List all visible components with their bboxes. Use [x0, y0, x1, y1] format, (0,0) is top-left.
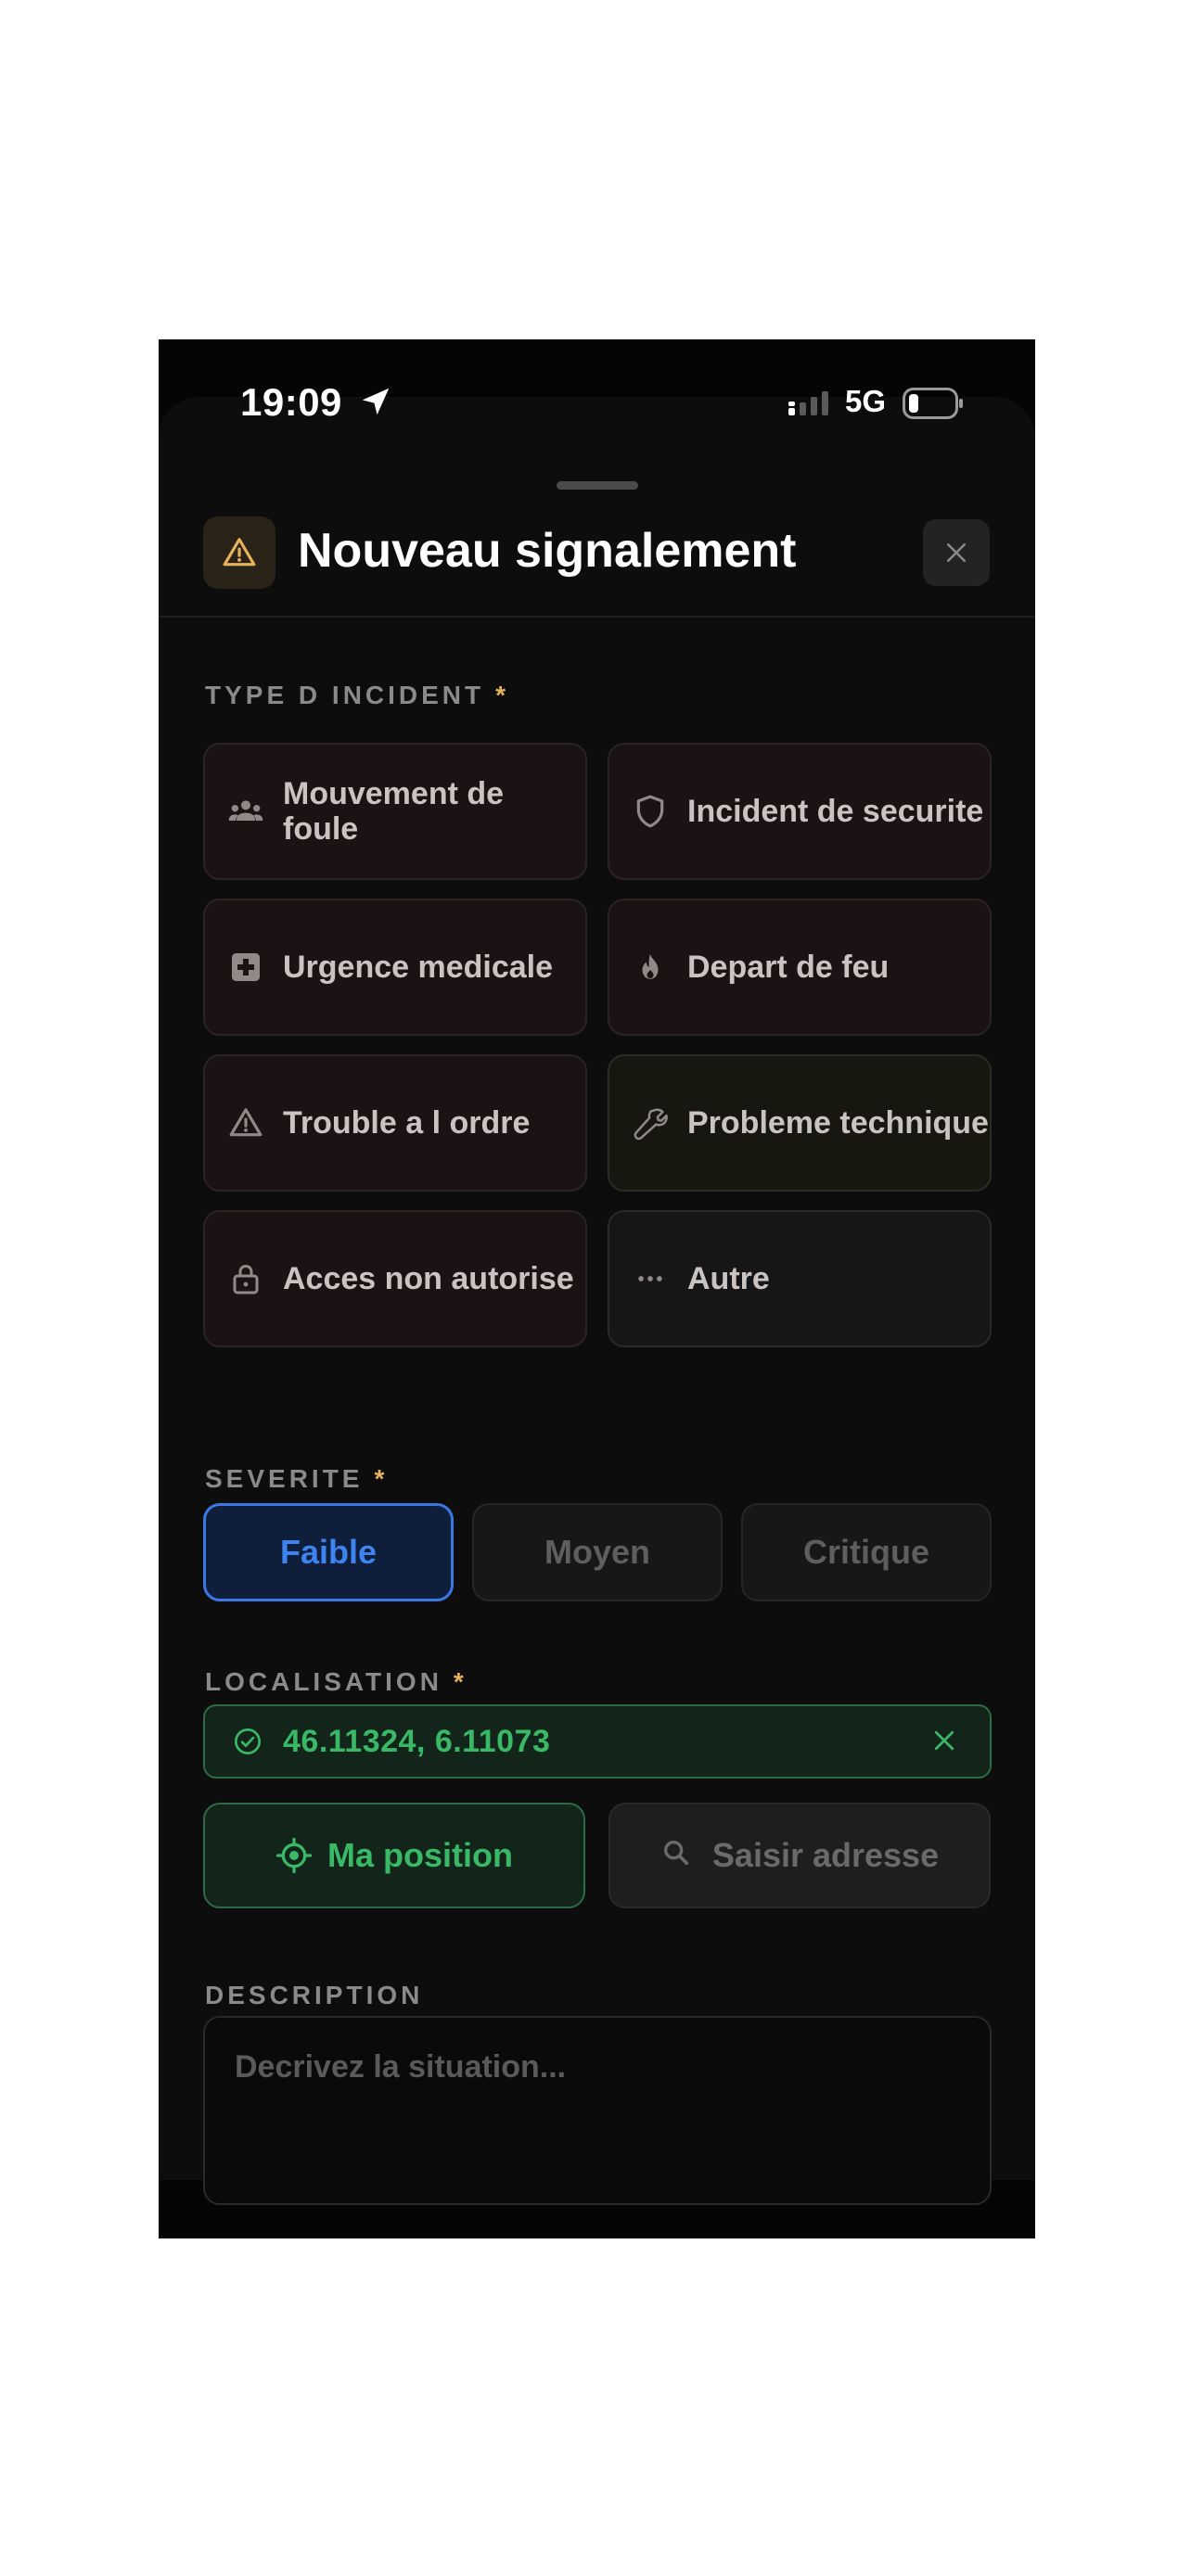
clear-location-icon[interactable]: [930, 1727, 962, 1758]
incident-type-trouble-a-l-ordre[interactable]: Trouble a l ordre: [203, 1054, 587, 1192]
severity-faible-button[interactable]: Faible: [203, 1503, 454, 1601]
incident-type-mouvement-de-foule[interactable]: Mouvement de foule: [203, 743, 587, 880]
description-placeholder: Decrivez la situation...: [235, 2049, 567, 2085]
description-label: DESCRIPTION: [205, 1981, 424, 2009]
incident-type-label-text: Autre: [687, 1261, 770, 1296]
report-sheet: Nouveau signalement TYPE D INCIDENT * Mo…: [159, 397, 1035, 2205]
battery-icon: [903, 388, 963, 419]
incident-type-label-text: Urgence medicale: [283, 950, 554, 985]
close-button[interactable]: [923, 519, 990, 586]
network-type: 5G: [845, 384, 887, 418]
status-bar: 19:09 5G: [159, 339, 1035, 469]
wrench-icon: [632, 1104, 669, 1141]
my-position-label: Ma position: [327, 1836, 513, 1874]
warning-icon: [223, 538, 256, 567]
incident-type-acces-non-autorise[interactable]: Acces non autorise: [203, 1210, 587, 1347]
enter-address-button[interactable]: Saisir adresse: [608, 1803, 991, 1908]
incident-type-urgence-medicale[interactable]: Urgence medicale: [203, 899, 587, 1036]
severity-label: SEVERITE *: [205, 1464, 385, 1493]
incident-type-label-text: Probleme technique: [687, 1105, 989, 1141]
location-label: LOCALISATION *: [205, 1667, 464, 1696]
header-badge: [203, 516, 275, 589]
incident-type-autre[interactable]: Autre: [608, 1210, 992, 1347]
incident-type-probleme-technique[interactable]: Probleme technique: [608, 1054, 992, 1192]
status-time: 19:09: [240, 380, 342, 424]
lock-icon: [227, 1260, 264, 1297]
enter-address-label: Saisir adresse: [711, 1836, 940, 1874]
check-circle-icon: [233, 1727, 263, 1756]
warning-icon: [227, 1104, 264, 1141]
medical-icon: [227, 949, 264, 986]
location-coordinates: 46.11324, 6.11073: [283, 1723, 551, 1759]
description-textarea[interactable]: Decrivez la situation...: [203, 2016, 992, 2205]
shield-icon: [632, 793, 669, 830]
incident-type-label-text: Trouble a l ordre: [283, 1105, 531, 1141]
cellular-signal-icon: [788, 391, 828, 415]
my-position-button[interactable]: Ma position: [203, 1803, 585, 1908]
incident-type-label-text: Mouvement de foule: [283, 776, 505, 847]
phone-screen: 19:09 5G Nouveau signalement TYPE D INCI…: [159, 339, 1035, 2238]
crosshair-icon: [275, 1837, 313, 1874]
location-value-field[interactable]: 46.11324, 6.11073: [203, 1704, 992, 1779]
incident-type-label-text: Acces non autorise: [283, 1261, 574, 1296]
severity-moyen-button[interactable]: Moyen: [472, 1503, 723, 1601]
incident-type-label-text: Depart de feu: [687, 950, 890, 985]
page-title: Nouveau signalement: [298, 524, 797, 578]
incident-type-label-text: Incident de securite: [687, 794, 984, 829]
fire-icon: [632, 949, 669, 986]
incident-type-incident-de-securite[interactable]: Incident de securite: [608, 743, 992, 880]
search-icon: [660, 1837, 698, 1874]
header-divider: [159, 616, 1035, 618]
incident-type-depart-de-feu[interactable]: Depart de feu: [608, 899, 992, 1036]
ellipsis-icon: [632, 1260, 669, 1297]
close-icon: [947, 543, 966, 562]
location-arrow-icon: [362, 388, 390, 415]
severity-critique-button[interactable]: Critique: [741, 1503, 992, 1601]
crowd-icon: [227, 793, 264, 830]
incident-type-label: TYPE D INCIDENT *: [205, 681, 506, 709]
